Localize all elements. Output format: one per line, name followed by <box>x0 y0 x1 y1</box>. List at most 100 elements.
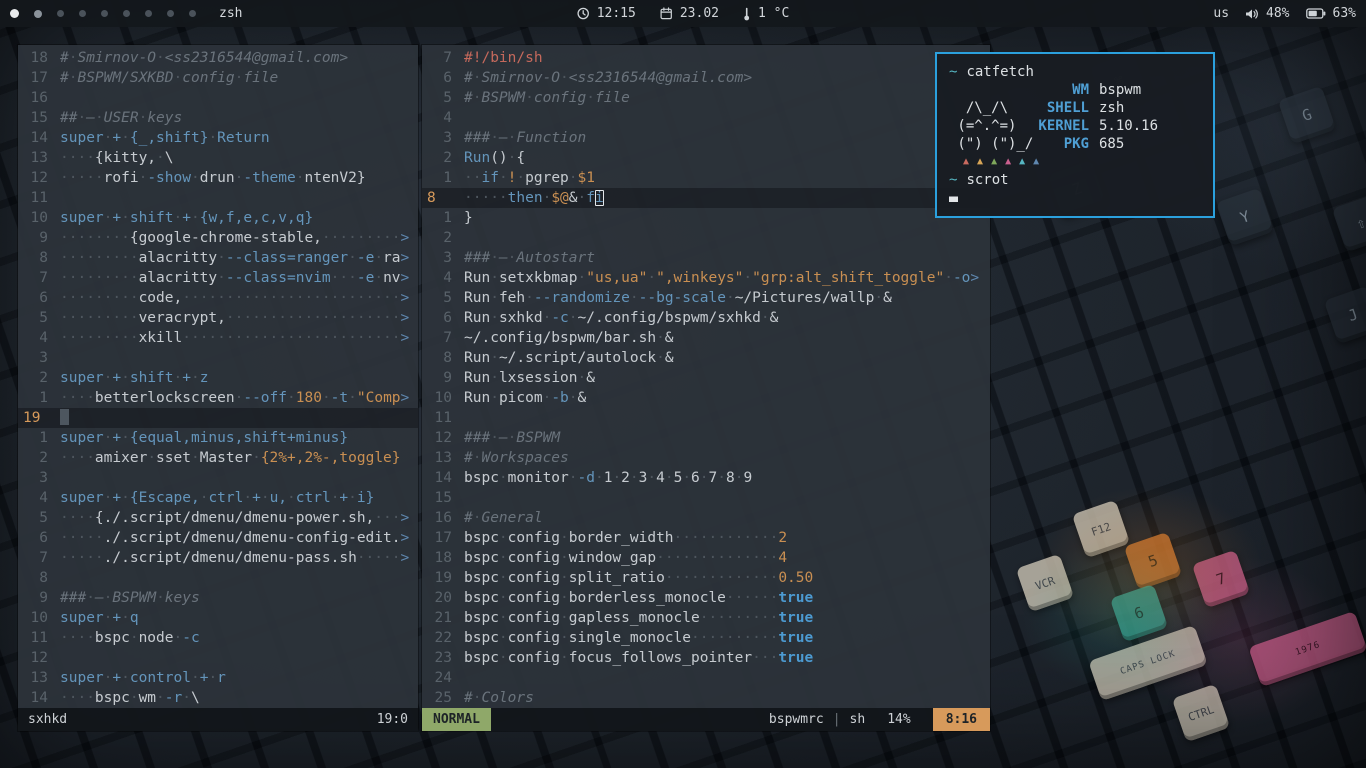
editor-line[interactable]: 21bspc·config·gapless_monocle·········tr… <box>422 608 990 628</box>
editor-line[interactable]: 8Run·~/.script/autolock·& <box>422 348 990 368</box>
editor-line[interactable]: 7·····./.script/dmenu/dmenu-pass.sh·····… <box>18 548 418 568</box>
editor-line[interactable]: 7#!/bin/sh <box>422 48 990 68</box>
editor-line[interactable]: 12###·—·BSPWM <box>422 428 990 448</box>
editor-line[interactable]: 3###·—·Autostart <box>422 248 990 268</box>
statusline-scroll-percent: 14% <box>887 712 910 727</box>
editor-line[interactable]: 24 <box>422 668 990 688</box>
editor-line[interactable]: 16#·General <box>422 508 990 528</box>
editor-line[interactable]: 6Run·sxhkd·-c·~/.config/bspwm/sxhkd·& <box>422 308 990 328</box>
line-text: #·BSPWM·config·file <box>464 88 630 108</box>
editor-line[interactable]: 13#·Workspaces <box>422 448 990 468</box>
editor-line[interactable]: 10super·+·shift·+·{w,f,e,c,v,q} <box>18 208 418 228</box>
editor-line[interactable]: 9········{google-chrome-stable,·········… <box>18 228 418 248</box>
editor-line[interactable]: 5·········veracrypt,····················… <box>18 308 418 328</box>
editor-line[interactable]: 5#·BSPWM·config·file <box>422 88 990 108</box>
editor-line[interactable]: 16 <box>18 88 418 108</box>
editor-line[interactable]: 6·········code,·························… <box>18 288 418 308</box>
editor-line[interactable]: 10Run·picom·-b·& <box>422 388 990 408</box>
editor-buffer-bspwmrc[interactable]: 7#!/bin/sh6#·Smirnov-O·<ss2316544@gmail.… <box>422 45 990 708</box>
workspace-dot-9[interactable] <box>189 10 196 17</box>
editor-line[interactable]: 4Run·setxkbmap·"us,ua"·",winkeys"·"grp:a… <box>422 268 990 288</box>
editor-line[interactable]: 5Run·feh·--randomize·--bg-scale·~/Pictur… <box>422 288 990 308</box>
editor-line[interactable]: 14····bspc·wm·-r·\ <box>18 688 418 708</box>
line-number: 3 <box>422 128 452 148</box>
editor-line[interactable]: 23bspc·config·focus_follows_pointer···tr… <box>422 648 990 668</box>
editor-line[interactable]: 17#·BSPWM/SXKBD·config·file <box>18 68 418 88</box>
editor-line[interactable]: 15##·—·USER·keys <box>18 108 418 128</box>
editor-line[interactable]: 12·····rofi·-show·drun·-theme·ntenV2} <box>18 168 418 188</box>
floating-terminal-catfetch[interactable]: ~catfetch WMbspwm /\_/\SHELLzsh (=^.^=)K… <box>935 52 1215 218</box>
editor-line[interactable]: 19 <box>18 408 418 428</box>
clock-module[interactable]: 12:15 <box>577 6 636 21</box>
editor-line[interactable]: 2super·+·shift·+·z <box>18 368 418 388</box>
catfetch-output: WMbspwm /\_/\SHELLzsh (=^.^=)KERNEL5.10.… <box>949 81 1201 153</box>
statusline-cursor-position: 8:16 <box>933 708 990 731</box>
terminal-window-sxhkd[interactable]: 18#·Smirnov-O·<ss2316544@gmail.com>17#·B… <box>18 45 418 731</box>
editor-line[interactable]: 2 <box>422 228 990 248</box>
editor-line[interactable]: 15 <box>422 488 990 508</box>
workspace-dot-1[interactable] <box>10 9 19 18</box>
editor-line[interactable]: 19bspc·config·split_ratio·············0.… <box>422 568 990 588</box>
editor-line[interactable]: 11····bspc·node·-c <box>18 628 418 648</box>
workspace-dot-3[interactable] <box>57 10 64 17</box>
editor-line[interactable]: 1··if·!·pgrep·$1 <box>422 168 990 188</box>
ascii-cat-art: (=^.^=) <box>949 117 1037 135</box>
editor-line[interactable]: 7·········alacritty·--class=nvim···-e·nv… <box>18 268 418 288</box>
terminal-window-bspwmrc[interactable]: 7#!/bin/sh6#·Smirnov-O·<ss2316544@gmail.… <box>422 45 990 731</box>
editor-line[interactable]: 14super·+·{_,shift}·Return <box>18 128 418 148</box>
editor-line[interactable]: 7~/.config/bspwm/bar.sh·& <box>422 328 990 348</box>
editor-buffer-sxhkd[interactable]: 18#·Smirnov-O·<ss2316544@gmail.com>17#·B… <box>18 45 418 708</box>
workspace-dot-8[interactable] <box>167 10 174 17</box>
editor-line[interactable]: 3 <box>18 468 418 488</box>
editor-line[interactable]: 18bspc·config·window_gap··············4 <box>422 548 990 568</box>
line-text: super·+·shift·+·z <box>60 368 208 388</box>
workspace-dot-5[interactable] <box>101 10 108 17</box>
editor-line[interactable]: 1super·+·{equal,minus,shift+minus} <box>18 428 418 448</box>
editor-line[interactable]: 14bspc·monitor·-d·1·2·3·4·5·6·7·8·9 <box>422 468 990 488</box>
line-number: 4 <box>422 268 452 288</box>
editor-line[interactable]: 2Run()·{ <box>422 148 990 168</box>
catfetch-row: (=^.^=)KERNEL5.10.16 <box>949 117 1201 135</box>
editor-line[interactable]: 1} <box>422 208 990 228</box>
editor-line[interactable]: 20bspc·config·borderless_monocle······tr… <box>422 588 990 608</box>
editor-line[interactable]: 2····amixer·sset·Master·{2%+,2%-,toggle} <box>18 448 418 468</box>
palette-swatch: ▲ <box>1033 157 1039 167</box>
editor-line[interactable]: 4 <box>422 108 990 128</box>
editor-line[interactable]: 22bspc·config·single_monocle··········tr… <box>422 628 990 648</box>
editor-line[interactable]: 13····{kitty,·\ <box>18 148 418 168</box>
editor-line[interactable]: 4·········xkill·························… <box>18 328 418 348</box>
editor-line[interactable]: 6·····./.script/dmenu/dmenu-config-edit.… <box>18 528 418 548</box>
editor-line[interactable]: 9Run·lxsession·& <box>422 368 990 388</box>
editor-line[interactable]: 17bspc·config·border_width············2 <box>422 528 990 548</box>
editor-line[interactable]: 9###·—·BSPWM·keys <box>18 588 418 608</box>
editor-line[interactable]: 3 <box>18 348 418 368</box>
line-number: 17 <box>18 68 48 88</box>
editor-line[interactable]: 1····betterlockscreen·--off·180·-t·"Comp… <box>18 388 418 408</box>
editor-line[interactable]: 3###·—·Function <box>422 128 990 148</box>
battery-icon <box>1306 8 1326 19</box>
volume-module[interactable]: 48% <box>1245 6 1289 21</box>
editor-line[interactable]: 11 <box>422 408 990 428</box>
editor-line[interactable]: 25#·Colors <box>422 688 990 708</box>
editor-line[interactable]: 8 <box>18 568 418 588</box>
battery-module[interactable]: 63% <box>1306 6 1356 21</box>
editor-line[interactable]: 11 <box>18 188 418 208</box>
editor-line[interactable]: 8·········alacritty·--class=ranger·-e·ra… <box>18 248 418 268</box>
editor-line[interactable]: 6#·Smirnov-O·<ss2316544@gmail.com> <box>422 68 990 88</box>
date-module[interactable]: 23.02 <box>660 6 719 21</box>
editor-line[interactable]: 10super·+·q <box>18 608 418 628</box>
workspace-dot-2[interactable] <box>34 10 42 18</box>
editor-line[interactable]: 13super·+·control·+·r <box>18 668 418 688</box>
editor-line[interactable]: 4super·+·{Escape,·ctrl·+·u,·ctrl·+·i} <box>18 488 418 508</box>
workspace-dot-4[interactable] <box>79 10 86 17</box>
keyboard-layout-indicator[interactable]: us <box>1213 6 1229 21</box>
workspace-dot-7[interactable] <box>145 10 152 17</box>
info-value: zsh <box>1099 99 1124 117</box>
editor-line[interactable]: 12 <box>18 648 418 668</box>
temperature-module[interactable]: 1 °C <box>743 6 789 21</box>
line-number: 1 <box>18 428 48 448</box>
editor-line[interactable]: 5····{./.script/dmenu/dmenu-power.sh,···… <box>18 508 418 528</box>
editor-line[interactable]: 8·····then·$@&·fi <box>422 188 990 208</box>
workspace-dot-6[interactable] <box>123 10 130 17</box>
editor-line[interactable]: 18#·Smirnov-O·<ss2316544@gmail.com> <box>18 48 418 68</box>
